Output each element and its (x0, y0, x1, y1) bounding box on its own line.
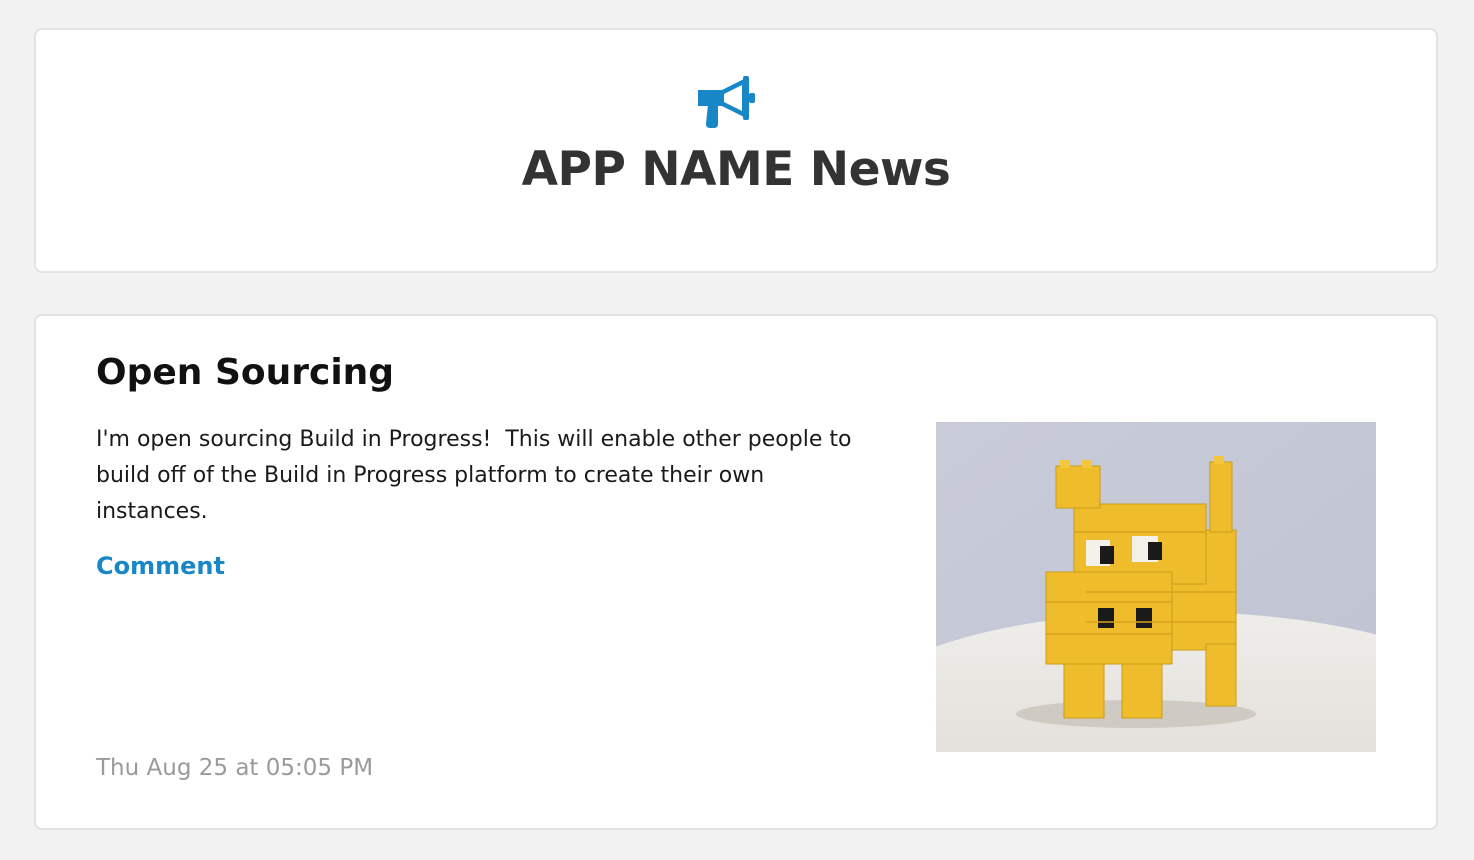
post-date: Thu Aug 25 at 05:05 PM (96, 755, 374, 781)
post-title: Open Sourcing (96, 352, 395, 393)
post-body: I'm open sourcing Build in Progress! Thi… (96, 427, 859, 524)
post-image (936, 422, 1376, 752)
megaphone-icon (696, 74, 760, 130)
news-post-card: Open Sourcing I'm open sourcing Build in… (34, 314, 1438, 830)
news-header-card: APP NAME News (34, 28, 1438, 273)
comment-link[interactable]: Comment (96, 552, 225, 580)
page-title: APP NAME News (521, 142, 951, 197)
